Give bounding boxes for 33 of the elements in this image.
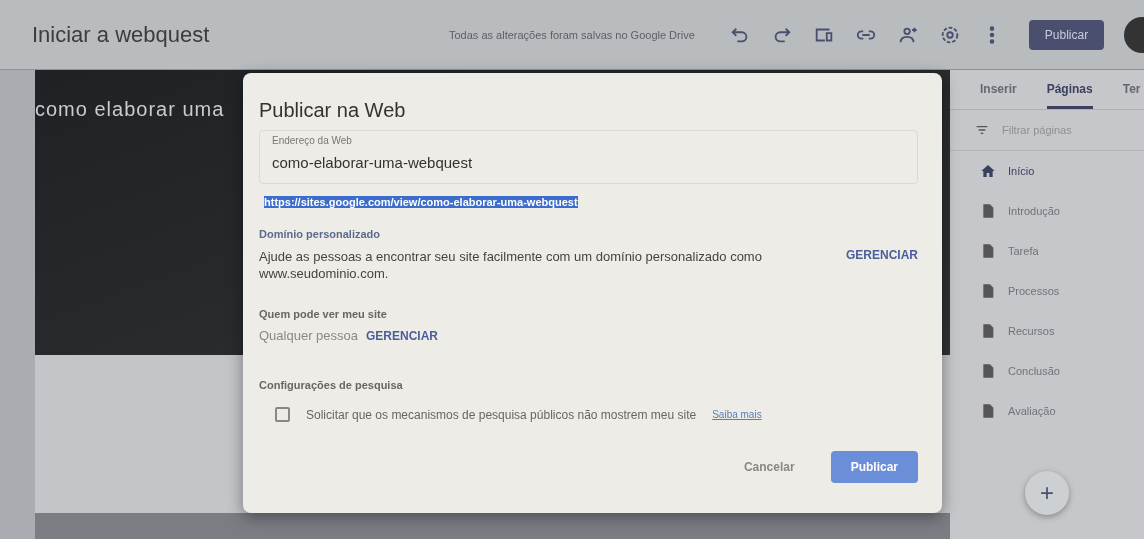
section-heading: Quem pode ver meu site (259, 308, 388, 320)
address-field[interactable]: Endereço da Web como-elaborar-uma-webquest (259, 130, 918, 184)
panel-tab[interactable]: Páginas (1046, 82, 1093, 109)
checkbox-label: Solicitar que os mecanismos de pesquisa públicos não mostrem meu site (306, 407, 697, 422)
add-button[interactable]: + (1025, 471, 1069, 515)
page-link[interactable]: Avaliação (1008, 405, 1056, 417)
save-status: Todas as alterações foram salvas no Google Drive (449, 28, 695, 41)
section-heading: Domínio personalizado (259, 228, 381, 240)
avatar[interactable] (1124, 16, 1144, 53)
address-input[interactable]: como-elaborar-uma-webquest (272, 154, 905, 171)
cancel-button[interactable]: Cancelar (723, 451, 815, 483)
page-link[interactable]: Processos (1008, 285, 1060, 297)
panel-tab[interactable]: Inserir (980, 82, 1017, 109)
publish-button[interactable]: Publicar (1028, 19, 1105, 50)
page-link[interactable]: Conclusão (1008, 365, 1060, 377)
page-link[interactable]: Tarefa (1008, 245, 1039, 257)
site-url: https://sites.google.com/view/como-elaborar-uma-webquest (264, 196, 578, 208)
dialog-title: Publicar na Web (259, 99, 407, 122)
publish-button[interactable]: Publicar (830, 451, 918, 483)
panel-tab[interactable]: Ter (1122, 82, 1141, 109)
field-label: Endereço da Web (272, 135, 353, 146)
manage-link[interactable]: GERENCIAR (366, 328, 439, 343)
section-heading: Configurações de pesquisa (259, 379, 404, 391)
page-link[interactable]: Início (1008, 165, 1035, 177)
learn-more-link[interactable]: Saiba mais (712, 409, 762, 420)
site-heading: como elaborar uma (35, 98, 225, 120)
checkbox[interactable] (275, 407, 290, 422)
manage-link[interactable]: GERENCIAR (846, 248, 918, 262)
page-link[interactable]: Introdução (1008, 205, 1060, 217)
visibility-value: Qualquer pessoa (259, 328, 358, 343)
domain-description: Ajude as pessoas a encontrar seu site facilmente com um domínio personalizado como www.seudominio.com. (259, 248, 763, 282)
site-title: Iniciar a webquest (32, 21, 211, 48)
page-link[interactable]: Recursos (1008, 325, 1055, 337)
